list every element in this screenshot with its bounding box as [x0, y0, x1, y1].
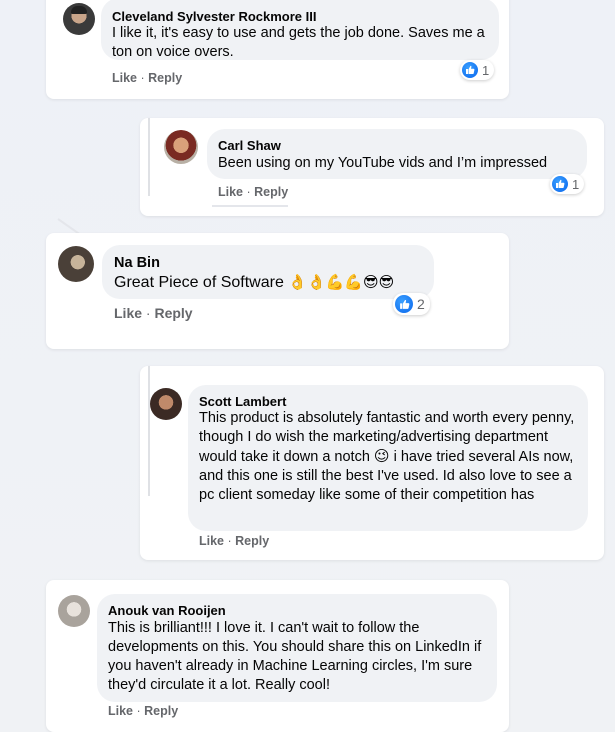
reply-link[interactable]: Reply: [154, 305, 192, 321]
avatar[interactable]: [150, 388, 182, 420]
reply-link[interactable]: Reply: [148, 71, 182, 85]
commenter-name[interactable]: Na Bin: [114, 255, 160, 271]
separator: ·: [227, 534, 232, 548]
avatar[interactable]: [164, 130, 198, 164]
separator: ·: [140, 71, 145, 85]
like-link[interactable]: Like: [112, 71, 137, 85]
comment-text: This product is absolutely fantastic and…: [199, 409, 584, 505]
commenter-name[interactable]: Anouk van Rooijen: [108, 603, 226, 618]
separator: ·: [136, 704, 141, 718]
avatar[interactable]: [58, 595, 90, 627]
like-link[interactable]: Like: [199, 534, 224, 548]
reaction-count-value: 1: [572, 176, 580, 192]
like-icon: [552, 176, 568, 192]
comment-actions: Like · Reply: [199, 534, 269, 548]
reaction-count[interactable]: 2: [393, 293, 430, 315]
reply-link[interactable]: Reply: [235, 534, 269, 548]
reaction-count-value: 1: [482, 62, 490, 78]
reaction-count[interactable]: 1: [550, 174, 585, 194]
divider: [212, 205, 288, 207]
thread-line: [148, 118, 150, 196]
commenter-name[interactable]: Cleveland Sylvester Rockmore III: [112, 9, 316, 24]
avatar[interactable]: [63, 3, 95, 35]
like-icon: [395, 295, 413, 313]
separator: ·: [246, 185, 251, 199]
like-link[interactable]: Like: [114, 305, 142, 321]
commenter-name[interactable]: Carl Shaw: [218, 138, 281, 153]
reply-link[interactable]: Reply: [144, 704, 178, 718]
comment-text: Been using on my YouTube vids and I’m im…: [218, 155, 548, 171]
emoji-group: 👌👌💪💪😎😎: [288, 274, 395, 291]
like-link[interactable]: Like: [218, 185, 243, 199]
thread-line: [148, 366, 150, 496]
reaction-count-value: 2: [417, 296, 425, 312]
like-icon: [462, 62, 478, 78]
commenter-name[interactable]: Scott Lambert: [199, 394, 286, 409]
comment-text: Great Piece of Software 👌👌💪💪😎😎: [114, 273, 394, 293]
reaction-count[interactable]: 1: [460, 60, 495, 80]
avatar[interactable]: [58, 246, 94, 282]
comment-card-1: Cleveland Sylvester Rockmore III I like …: [46, 0, 509, 99]
reply-link[interactable]: Reply: [254, 185, 288, 199]
comment-text: This is brilliant!!! I love it. I can't …: [108, 620, 482, 693]
like-link[interactable]: Like: [108, 704, 133, 718]
comment-text: I like it, it's easy to use and gets the…: [112, 25, 485, 60]
comment-text-body: Great Piece of Software: [114, 274, 284, 291]
separator: ·: [145, 305, 151, 321]
comment-card-2: Carl Shaw Been using on my YouTube vids …: [140, 118, 604, 216]
comment-card-5: Anouk van Rooijen This is brilliant!!! I…: [46, 580, 509, 732]
comment-actions: Like · Reply: [114, 305, 193, 321]
comment-actions: Like · Reply: [218, 185, 288, 199]
comment-card-4: Scott Lambert This product is absolutely…: [140, 366, 604, 560]
comment-actions: Like · Reply: [112, 71, 182, 85]
comment-actions: Like · Reply: [108, 704, 178, 718]
wink-emoji: 😉: [373, 448, 390, 465]
comment-card-3: Na Bin Great Piece of Software 👌👌💪💪😎😎 2 …: [46, 233, 509, 349]
